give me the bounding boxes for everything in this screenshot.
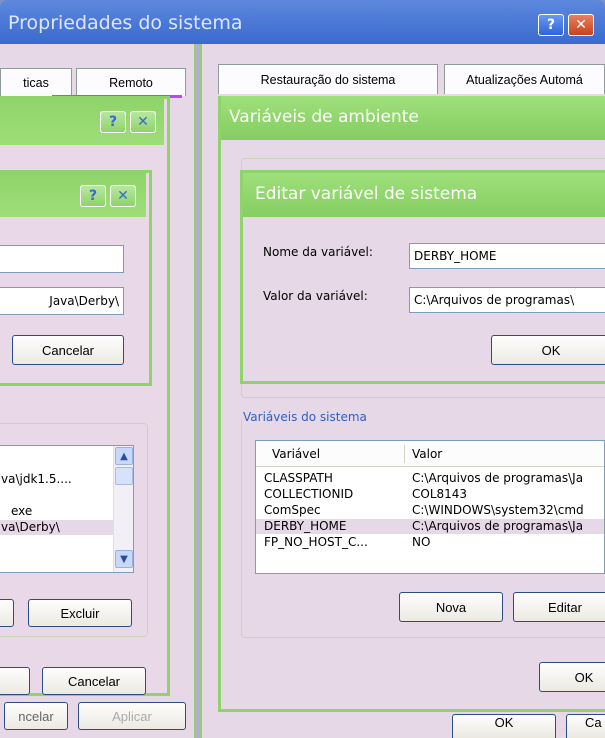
edit-dialog-title: Editar variável de sistema <box>255 184 478 204</box>
excluir-button[interactable]: Excluir <box>28 599 132 627</box>
tab-atualizacoes[interactable]: Atualizações Automá <box>444 64 605 94</box>
tab-avancadas[interactable]: ticas <box>0 68 72 96</box>
help-icon[interactable]: ? <box>100 111 126 133</box>
table-row[interactable]: FP_NO_HOST_C... NO <box>256 535 604 550</box>
mid-name-field[interactable] <box>0 245 124 273</box>
cancelar-back-button[interactable]: Cancelar <box>42 667 146 695</box>
column-divider <box>404 445 405 463</box>
scroll-down-icon[interactable]: ▼ <box>115 550 133 568</box>
close-icon[interactable]: ✕ <box>568 14 594 36</box>
env-titlebar: Variáveis de ambiente <box>221 96 605 140</box>
variable-value-input[interactable]: C:\Arquivos de programas\ <box>409 287 605 313</box>
scroll-thumb[interactable] <box>115 467 133 485</box>
nova-button[interactable]: Nova <box>399 592 503 622</box>
mid-left-titlebar: ? ✕ <box>0 173 146 217</box>
ok-back-button[interactable] <box>0 667 30 695</box>
aplicar-button[interactable]: Aplicar <box>78 702 186 730</box>
edit-titlebar: Editar variável de sistema <box>243 173 605 217</box>
back-left-titlebar: ? ✕ <box>0 99 164 145</box>
cancel-system-button[interactable]: Ca <box>566 714 605 738</box>
ok-system-button[interactable]: OK <box>452 714 556 738</box>
cancelar-bg-button[interactable]: ncelar <box>4 702 68 730</box>
system-vars-list[interactable]: Variável Valor CLASSPATH C:\Arquivos de p… <box>255 440 605 574</box>
help-icon[interactable]: ? <box>538 14 564 36</box>
scrollbar[interactable]: ▲ ▼ <box>113 446 133 572</box>
edit-ok-button[interactable]: OK <box>491 335 605 365</box>
env-ok-button[interactable]: OK <box>539 662 605 692</box>
table-row[interactable]: ComSpec C:\WINDOWS\system32\cmd <box>256 503 604 518</box>
close-icon[interactable]: ✕ <box>110 185 136 207</box>
system-window-title: Propriedades do sistema <box>8 12 243 34</box>
back-left-list[interactable]: va\jdk1.5.... exe va\Derby\ ▲ ▼ <box>0 445 134 573</box>
table-row[interactable]: CLASSPATH C:\Arquivos de programas\Ja <box>256 471 604 486</box>
variable-name-label: Nome da variável: <box>263 245 373 259</box>
scroll-up-icon[interactable]: ▲ <box>115 447 133 465</box>
close-icon[interactable]: ✕ <box>130 111 156 133</box>
variable-name-input[interactable]: DERBY_HOME <box>409 243 605 269</box>
column-header-variavel[interactable]: Variável <box>272 447 320 461</box>
env-window-title: Variáveis de ambiente <box>229 107 419 127</box>
system-titlebar: Propriedades do sistema ? ✕ <box>0 0 605 44</box>
column-header-valor[interactable]: Valor <box>412 447 442 461</box>
tab-remoto[interactable]: Remoto <box>76 68 186 96</box>
list-header: Variável Valor <box>256 441 604 467</box>
mid-left-dialog: ? ✕ Java\Derby\ Cancelar <box>0 170 152 386</box>
edit-variable-dialog: Editar variável de sistema Nome da variá… <box>240 170 605 384</box>
mid-value-field[interactable]: Java\Derby\ <box>0 287 124 315</box>
help-icon[interactable]: ? <box>80 185 106 207</box>
variable-value-label: Valor da variável: <box>263 289 368 303</box>
window-divider <box>194 44 202 738</box>
tab-restauracao[interactable]: Restauração do sistema <box>218 64 438 94</box>
cancelar-mid-button[interactable]: Cancelar <box>12 335 124 365</box>
editar-button[interactable]: Editar <box>513 592 605 622</box>
table-row-selected[interactable]: DERBY_HOME C:\Arquivos de programas\Ja <box>256 519 604 534</box>
table-row[interactable]: COLLECTIONID COL8143 <box>256 487 604 502</box>
editar-back-button[interactable] <box>0 599 14 627</box>
